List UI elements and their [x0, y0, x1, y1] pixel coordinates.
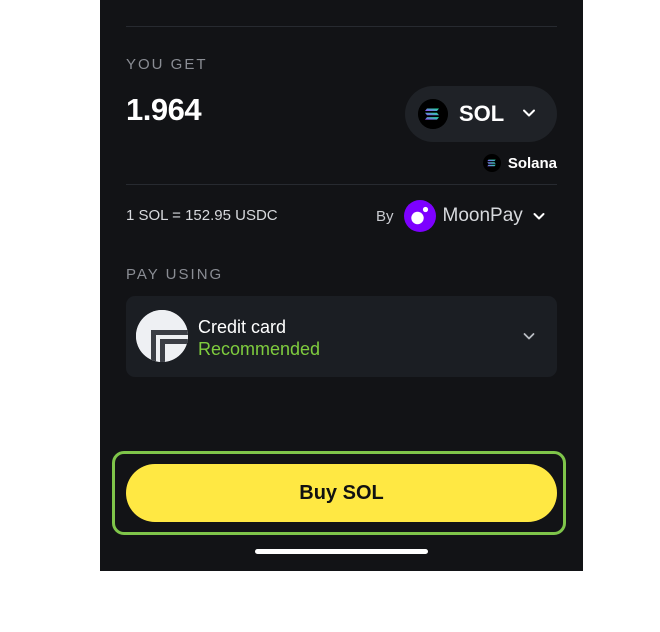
credit-card-provider-icon [136, 310, 188, 362]
payment-method-name: Credit card [198, 317, 287, 337]
network-badge: Solana [482, 154, 557, 172]
network-name: Solana [507, 154, 557, 172]
moonpay-logo-icon [403, 200, 436, 232]
top-divider [126, 26, 557, 27]
pay-using-label: PAY USING [126, 266, 224, 283]
chevron-down-icon [523, 109, 535, 117]
solana-logo-icon [482, 154, 501, 172]
home-indicator [255, 549, 428, 554]
buy-button[interactable]: Buy SOL [126, 464, 557, 522]
provider-prefix: By [376, 207, 394, 225]
provider-name: MoonPay [442, 205, 523, 226]
chevron-down-icon [523, 333, 535, 340]
token-symbol: SOL [459, 101, 505, 126]
buy-crypto-screen: YOU GET 1.964 SOL Solana 1 SOL = 152.95 … [100, 0, 583, 571]
middle-divider [126, 184, 557, 185]
receive-amount: 1.964 [126, 92, 202, 127]
recommended-badge: Recommended [198, 339, 321, 359]
you-get-label: YOU GET [126, 56, 208, 73]
chevron-down-icon [533, 213, 545, 220]
solana-logo-icon [418, 99, 448, 129]
token-selector[interactable]: SOL [405, 86, 557, 142]
payment-method-selector[interactable]: Credit card Recommended [126, 296, 557, 377]
exchange-rate: 1 SOL = 152.95 USDC [126, 207, 278, 224]
provider-selector[interactable]: By MoonPay [376, 200, 547, 232]
